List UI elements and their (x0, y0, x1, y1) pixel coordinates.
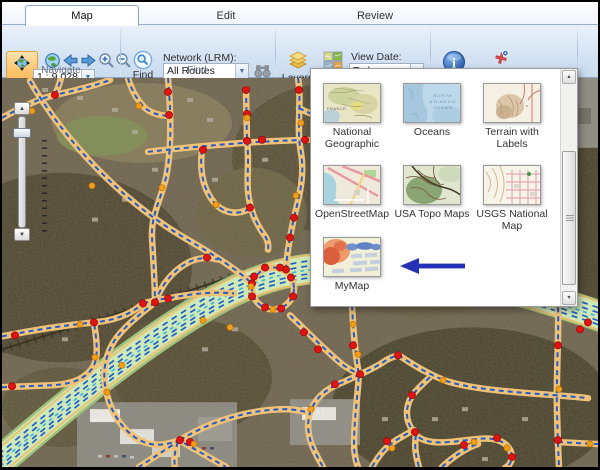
zoom-slider-ticks (42, 140, 47, 232)
zoom-slider-thumb[interactable] (13, 128, 31, 138)
zoom-slider-up-button[interactable]: ▲ (14, 102, 30, 115)
find-group-label: Find (147, 65, 247, 76)
add-identify-point-icon[interactable] (493, 50, 509, 66)
scrollbar-up-arrow[interactable]: ▲ (562, 70, 576, 84)
ribbon-tabstrip: Map Edit Review (2, 2, 598, 25)
zoom-slider-down-button[interactable]: ▼ (14, 228, 30, 241)
basemap-gallery-panel: FRANCE National Geographic NORTH ATLANTI… (310, 68, 578, 307)
basemap-item-label: Oceans (393, 126, 471, 138)
tab-edit[interactable]: Edit (197, 5, 255, 26)
basemap-thumbnail[interactable]: FRANCE (323, 83, 381, 123)
basemap-item-oceans[interactable]: NORTH ATLANTIC OCEAN Oceans (393, 83, 471, 138)
basemap-item-national-geographic[interactable]: FRANCE National Geographic (313, 83, 391, 150)
basemap-item-label: National Geographic (313, 126, 391, 150)
basemap-item-label: MyMap (313, 280, 391, 292)
thumb-text: FRANCE (327, 106, 346, 111)
basemap-item-label: USA Topo Maps (393, 208, 471, 220)
basemap-item-label: USGS National Map (473, 208, 551, 232)
thumb-text: NORTH ATLANTIC OCEAN (426, 93, 460, 111)
group-separator (120, 28, 121, 75)
basemap-item-openstreetmap[interactable]: OpenStreetMap (313, 165, 391, 220)
tab-review[interactable]: Review (345, 5, 405, 26)
scrollbar-thumb[interactable] (562, 151, 576, 285)
gallery-scrollbar[interactable]: ▲ ▼ (560, 69, 577, 306)
application-window: Map Edit Review Pan (0, 0, 600, 470)
app-surface: Map Edit Review Pan (2, 2, 598, 467)
basemap-item-terrain-with-labels[interactable]: Terrain with Labels (473, 83, 551, 150)
basemap-item-label: OpenStreetMap (313, 208, 391, 220)
basemap-thumbnail[interactable] (403, 165, 461, 205)
basemap-item-usgs-national-map[interactable]: USGS National Map (473, 165, 551, 232)
basemap-thumbnail[interactable]: NORTH ATLANTIC OCEAN (403, 83, 461, 123)
basemap-thumbnail[interactable] (483, 165, 541, 205)
scrollbar-down-arrow[interactable]: ▼ (562, 291, 576, 305)
tab-map[interactable]: Map (25, 5, 139, 26)
layers-icon (287, 51, 309, 71)
map-zoom-slider[interactable]: ▲ ▼ (14, 102, 50, 242)
scrollbar-grip (566, 215, 574, 221)
basemap-thumbnail[interactable] (323, 237, 381, 277)
basemap-item-mymap[interactable]: MyMap (313, 237, 391, 292)
basemap-item-usa-topo-maps[interactable]: USA Topo Maps (393, 165, 471, 220)
annotation-arrow (397, 257, 469, 275)
view-date-label: View Date: (351, 51, 402, 63)
basemap-thumbnail[interactable] (483, 83, 541, 123)
group-separator (275, 28, 276, 75)
binoculars-icon[interactable] (254, 63, 271, 79)
basemap-item-label: Terrain with Labels (473, 126, 551, 150)
basemap-thumbnail[interactable] (323, 165, 381, 205)
navigate-group-label: Navigate (11, 65, 111, 76)
